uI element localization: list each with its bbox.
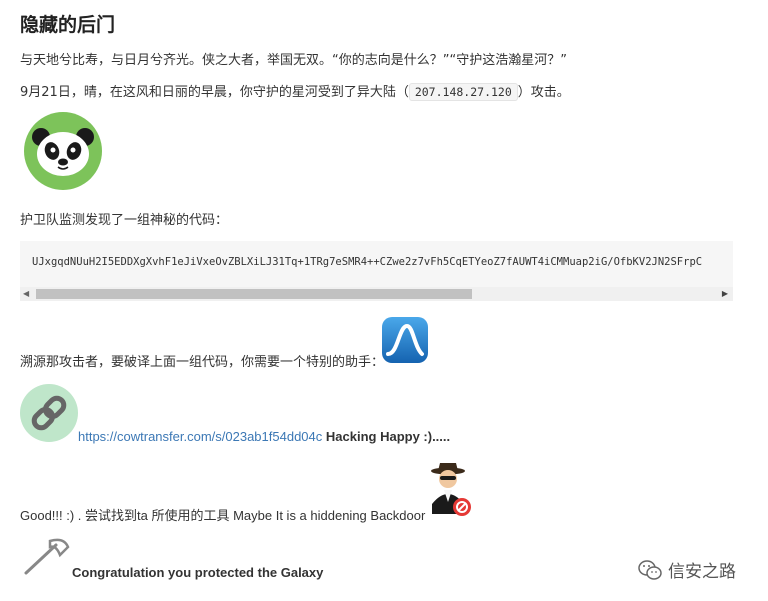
scroll-right-icon[interactable]: ▶ xyxy=(722,289,728,298)
hacking-happy-text: Hacking Happy :)..... xyxy=(325,429,451,444)
wechat-icon xyxy=(638,559,662,580)
wireshark-icon xyxy=(382,317,428,363)
trace-paragraph: 溯源那攻击者，要破译上面一组代码，你需要一个特别的助手： xyxy=(20,355,385,370)
link-icon xyxy=(20,384,78,442)
horizontal-scrollbar[interactable]: ◀ ▶ xyxy=(20,287,733,301)
code-block: UJxgqdNUuH2I5EDDXgXvhF1eJiVxeOvZBLXiLJ31… xyxy=(20,241,733,301)
found-code-paragraph: 护卫队监测发现了一组神秘的代码： xyxy=(20,213,229,228)
attack-paragraph: 9月21日，晴，在这风和日丽的早晨，你守护的星河受到了异大陆（ 207.148.2… xyxy=(20,81,570,101)
scroll-thumb[interactable] xyxy=(36,289,472,299)
axe-icon xyxy=(24,538,70,575)
code-text: UJxgqdNUuH2I5EDDXgXvhF1eJiVxeOvZBLXiLJ31… xyxy=(32,256,703,268)
panda-icon xyxy=(24,112,102,190)
watermark-text: 信安之路 xyxy=(668,562,736,582)
intro-paragraph: 与天地兮比寿，与日月兮齐光。侠之大者，举国无双。“你的志向是什么？”“守护这浩瀚… xyxy=(20,53,567,68)
watermark: 信安之路 xyxy=(638,557,736,582)
page-title: 隐藏的后门 xyxy=(20,14,116,36)
congrats-text: Congratulation you protected the Galaxy xyxy=(72,565,324,580)
attack-prefix: 9月21日，晴，在这风和日丽的早晨，你守护的星河受到了异大陆（ xyxy=(20,85,409,100)
attack-suffix: ）攻击。 xyxy=(517,85,570,100)
good-paragraph: Good!!! :) . 尝试找到ta 所使用的工具 Maybe It is a… xyxy=(20,508,426,523)
cowtransfer-link[interactable]: https://cowtransfer.com/s/023ab1f54dd04c xyxy=(78,429,322,444)
hacker-icon xyxy=(431,463,471,516)
link-paragraph: https://cowtransfer.com/s/023ab1f54dd04c… xyxy=(78,429,450,444)
attack-ip: 207.148.27.120 xyxy=(408,83,518,101)
scroll-left-icon[interactable]: ◀ xyxy=(23,289,29,298)
